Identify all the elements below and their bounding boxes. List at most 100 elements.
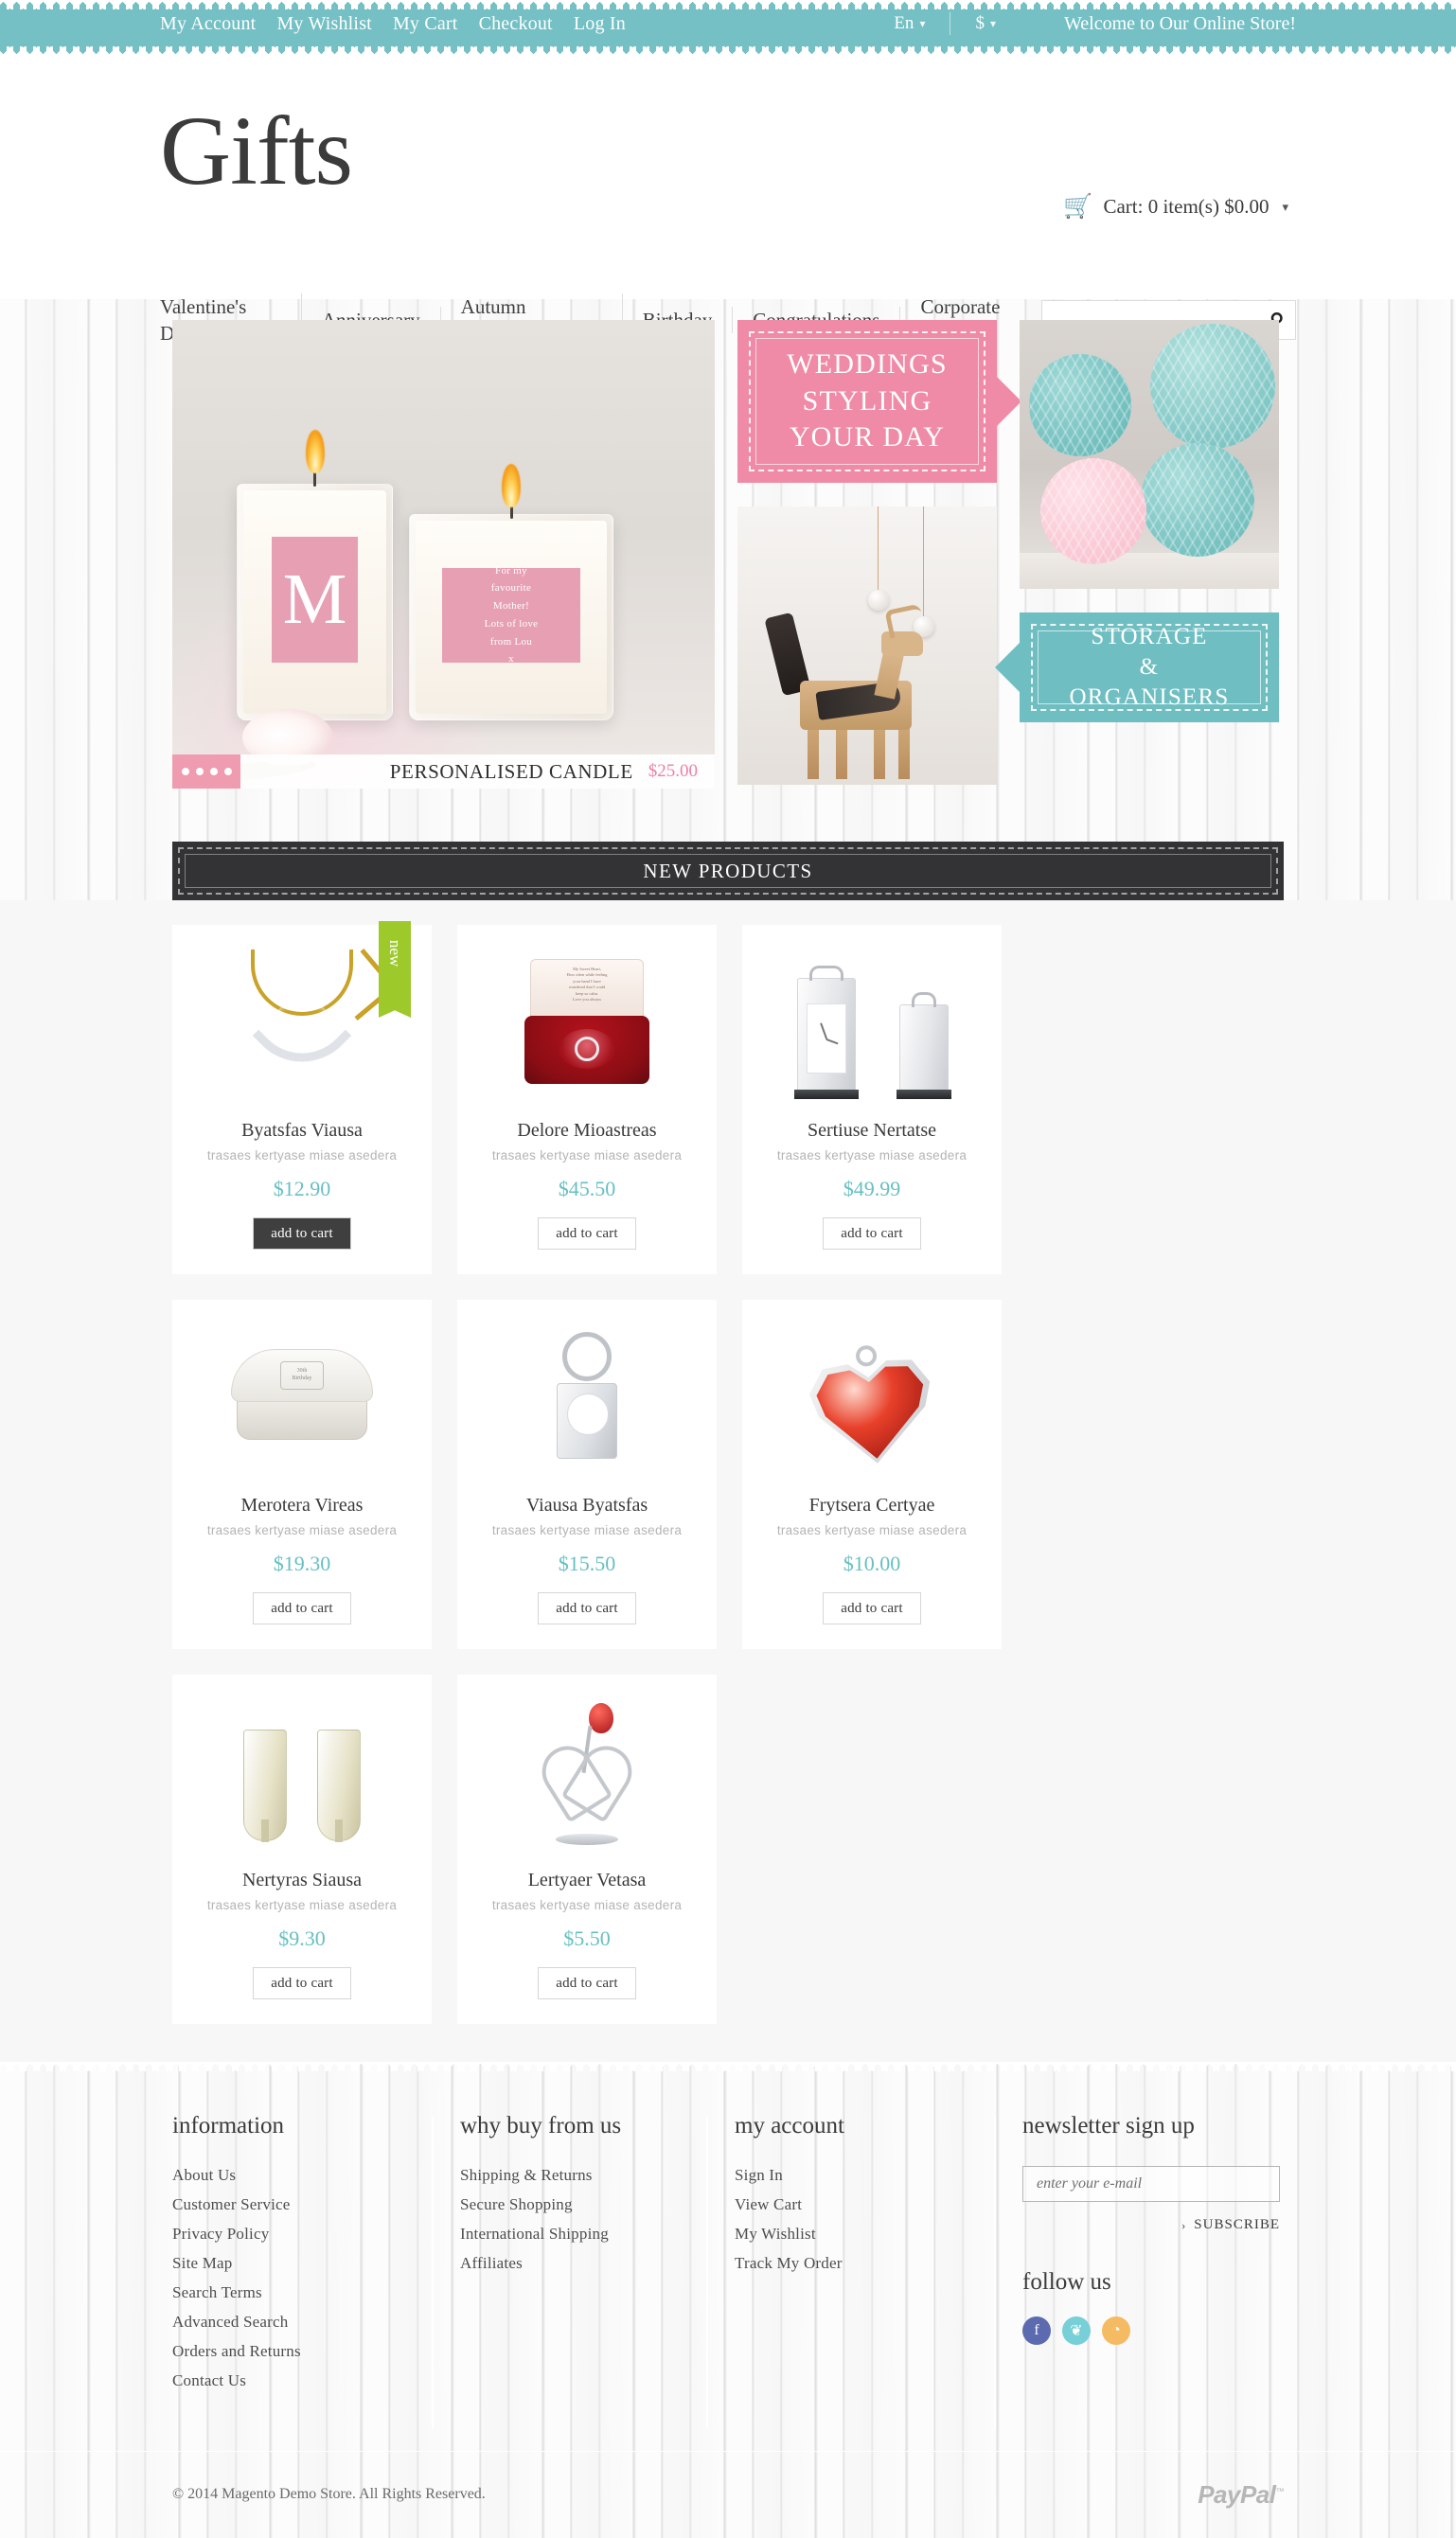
add-to-cart-button[interactable]: add to cart (253, 1592, 351, 1624)
top-link-my-wishlist[interactable]: My Wishlist (276, 13, 372, 35)
newsletter-heading: newsletter sign up (1022, 2113, 1195, 2139)
product-card[interactable]: Frytsera Certyae trasaes kertyase miase … (742, 1300, 1002, 1649)
product-price: $12.90 (273, 1177, 331, 1200)
slider-dot[interactable] (195, 768, 204, 775)
footer-link-privacy-policy[interactable]: Privacy Policy (172, 2225, 460, 2244)
subscribe-label: SUBSCRIBE (1194, 2217, 1280, 2232)
promo-image-honeycomb-decorations[interactable] (1020, 320, 1279, 589)
site-footer: information About Us Customer Service Pr… (0, 2062, 1456, 2538)
footer-column-newsletter: newsletter sign up › SUBSCRIBE follow us… (994, 2113, 1284, 2451)
footer-link-about-us[interactable]: About Us (172, 2166, 460, 2185)
rss-icon[interactable]: ◔ (1102, 2316, 1130, 2345)
language-selector[interactable]: En ▾ (894, 13, 925, 34)
product-name[interactable]: Delore Mioastreas (471, 1120, 703, 1142)
add-to-cart-button[interactable]: add to cart (538, 1217, 636, 1250)
footer-link-my-wishlist[interactable]: My Wishlist (735, 2225, 1022, 2244)
slider-dot[interactable] (223, 768, 232, 775)
footer-link-site-map[interactable]: Site Map (172, 2254, 460, 2273)
footer-link-shipping-returns[interactable]: Shipping & Returns (460, 2166, 735, 2185)
slider-image-personalised-candle: M For my favourite Mother! Lots of love … (172, 320, 715, 789)
product-image-carriage-clocks[interactable] (755, 942, 988, 1105)
footer-heading: my account (735, 2113, 844, 2139)
promo-banner-storage[interactable]: STORAGE & ORGANISERS (1020, 612, 1279, 722)
slider-caption: PERSONALISED CANDLE $25.00 (172, 754, 715, 789)
chevron-right-icon: › (1181, 2217, 1186, 2232)
product-card[interactable]: 30th Birthday Merotera Vireas trasaes ker… (172, 1300, 432, 1649)
welcome-message: Welcome to Our Online Store! (1064, 12, 1296, 34)
product-price: $15.50 (558, 1552, 616, 1575)
footer-link-contact-us[interactable]: Contact Us (172, 2371, 460, 2390)
add-to-cart-button[interactable]: add to cart (253, 1967, 351, 1999)
honeycomb-ball-teal (1029, 354, 1131, 456)
newsletter-email-input[interactable] (1022, 2166, 1280, 2202)
honeycomb-ball-teal (1141, 443, 1254, 557)
social-links: f ❦ ◔ (1022, 2316, 1284, 2345)
add-to-cart-button[interactable]: add to cart (538, 1592, 636, 1624)
footer-link-search-terms[interactable]: Search Terms (172, 2283, 460, 2302)
add-to-cart-button[interactable]: add to cart (250, 1215, 354, 1252)
promo-banner-weddings[interactable]: WEDDINGS STYLING YOUR DAY (737, 320, 997, 483)
slider-product-name: PERSONALISED CANDLE (389, 759, 633, 783)
promo-image-reindeer-wine-holder[interactable] (737, 506, 997, 785)
footer-link-sign-in[interactable]: Sign In (735, 2166, 1022, 2185)
product-grid: new Byatsfas Viausa trasaes kertyase mia… (172, 921, 1284, 2024)
product-name[interactable]: Viausa Byatsfas (471, 1495, 703, 1517)
footer-link-advanced-search[interactable]: Advanced Search (172, 2313, 460, 2332)
footer-column-my-account: my account Sign In View Cart My Wishlist… (706, 2113, 1022, 2451)
subscribe-button[interactable]: › SUBSCRIBE (1022, 2217, 1280, 2233)
product-name[interactable]: Nertyras Siausa (186, 1870, 418, 1891)
footer-link-international-shipping[interactable]: International Shipping (460, 2225, 735, 2244)
new-badge: new (379, 921, 411, 1004)
product-description: trasaes kertyase miase asedera (491, 1523, 683, 1537)
product-name[interactable]: Lertyaer Vetasa (471, 1870, 703, 1891)
footer-link-track-my-order[interactable]: Track My Order (735, 2254, 1022, 2273)
twitter-icon[interactable]: ❦ (1062, 2316, 1091, 2345)
product-name[interactable]: Byatsfas Viausa (186, 1120, 418, 1142)
product-image-champagne-flutes[interactable] (186, 1692, 418, 1855)
product-image-heart-stone-pendant[interactable] (755, 1317, 988, 1480)
top-link-checkout[interactable]: Checkout (479, 13, 553, 35)
candle-monogram: M (237, 430, 393, 720)
add-to-cart-button[interactable]: add to cart (823, 1217, 921, 1250)
footer-link-customer-service[interactable]: Customer Service (172, 2195, 460, 2214)
product-card[interactable]: Nertyras Siausa trasaes kertyase miase a… (172, 1675, 432, 2024)
slider-dots[interactable] (172, 754, 240, 789)
product-image-rose-figurine[interactable] (471, 1692, 703, 1855)
product-card[interactable]: Viausa Byatsfas trasaes kertyase miase a… (457, 1300, 717, 1649)
product-card[interactable]: Sertiuse Nertatse trasaes kertyase miase… (742, 925, 1002, 1274)
top-link-log-in[interactable]: Log In (574, 13, 626, 35)
top-link-my-cart[interactable]: My Cart (393, 13, 458, 35)
hero-slider[interactable]: M For my favourite Mother! Lots of love … (172, 320, 715, 789)
footer-link-view-cart[interactable]: View Cart (735, 2195, 1022, 2214)
top-link-my-account[interactable]: My Account (160, 13, 256, 35)
footer-link-secure-shopping[interactable]: Secure Shopping (460, 2195, 735, 2214)
product-price: $49.99 (843, 1177, 901, 1200)
footer-link-orders-and-returns[interactable]: Orders and Returns (172, 2342, 460, 2361)
promo-banner-storage-label: STORAGE & ORGANISERS (1069, 624, 1230, 710)
currency-selector[interactable]: $ ▾ (975, 13, 996, 34)
product-price: $19.30 (273, 1552, 331, 1575)
facebook-icon[interactable]: f (1022, 2316, 1051, 2345)
product-description: trasaes kertyase miase asedera (491, 1898, 683, 1912)
product-name[interactable]: Frytsera Certyae (755, 1495, 988, 1517)
product-description: trasaes kertyase miase asedera (776, 1148, 968, 1163)
site-logo[interactable]: Gifts (160, 102, 353, 201)
product-card[interactable]: Lertyaer Vetasa trasaes kertyase miase a… (457, 1675, 717, 2024)
product-card[interactable]: new Byatsfas Viausa trasaes kertyase mia… (172, 921, 432, 1274)
slider-dot[interactable] (209, 768, 218, 775)
product-name[interactable]: Merotera Vireas (186, 1495, 418, 1517)
product-image-ring-box[interactable]: My Sweet Heart, How often while feeling yo… (471, 942, 703, 1105)
product-name[interactable]: Sertiuse Nertatse (755, 1120, 988, 1142)
mini-cart-label: Cart: 0 item(s) $0.00 (1103, 195, 1270, 218)
footer-link-affiliates[interactable]: Affiliates (460, 2254, 735, 2273)
product-image-keyring-watch[interactable] (471, 1317, 703, 1480)
mini-cart-button[interactable]: 🛒 Cart: 0 item(s) $0.00 ▾ (1063, 195, 1288, 219)
product-card[interactable]: My Sweet Heart, How often while feeling yo… (457, 925, 717, 1274)
currency-value: $ (975, 13, 985, 33)
candle-monogram-letter: M (271, 536, 359, 664)
add-to-cart-button[interactable]: add to cart (823, 1592, 921, 1624)
slider-dot[interactable] (181, 768, 189, 775)
add-to-cart-button[interactable]: add to cart (538, 1967, 636, 1999)
new-products-section-banner: NEW PRODUCTS (172, 842, 1284, 900)
product-image-jewellery-box[interactable]: 30th Birthday (186, 1317, 418, 1480)
